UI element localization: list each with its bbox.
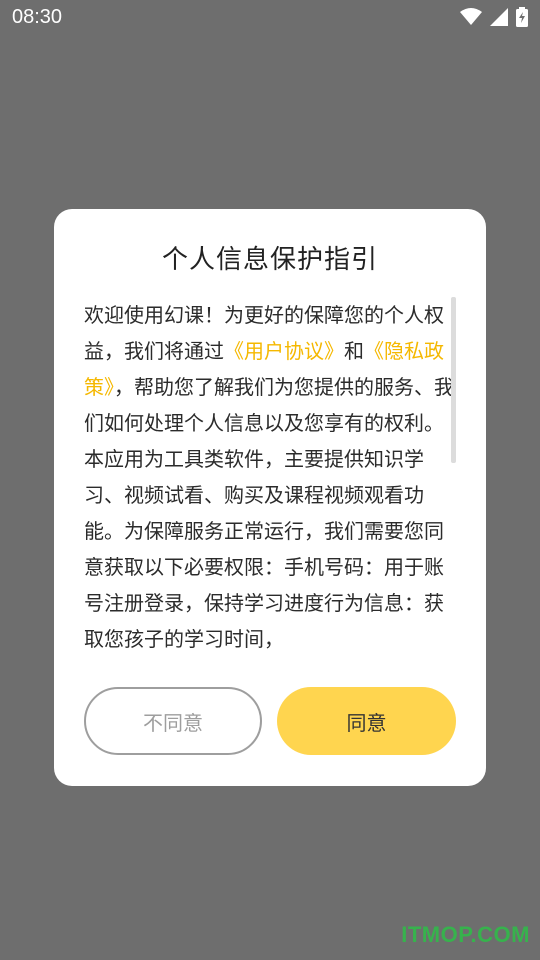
wifi-icon — [460, 8, 482, 26]
dialog-body-scroll[interactable]: 欢迎使用幻课！为更好的保障您的个人权益，我们将通过《用户协议》和《隐私政策》，帮… — [84, 297, 460, 657]
dialog-title: 个人信息保护指引 — [161, 245, 378, 275]
dialog-body-text: 欢迎使用幻课！为更好的保障您的个人权益，我们将通过《用户协议》和《隐私政策》，帮… — [84, 297, 460, 657]
watermark: ITMOP.COM — [401, 922, 530, 947]
battery-charging-icon — [516, 7, 528, 27]
body-text-part2: 和 — [344, 339, 364, 363]
body-text-part3: ，帮助您了解我们为您提供的服务、我们如何处理个人信息以及您享有的权利。本应用为工… — [84, 375, 454, 651]
status-icons — [460, 7, 528, 27]
status-time: 08:30 — [12, 6, 63, 28]
user-agreement-link[interactable]: 《用户协议》 — [224, 339, 344, 363]
privacy-dialog: 个人信息保护指引 欢迎使用幻课！为更好的保障您的个人权益，我们将通过《用户协议》… — [54, 209, 486, 786]
status-bar: 08:30 — [0, 0, 540, 36]
scrollbar[interactable] — [451, 297, 456, 463]
agree-button[interactable]: 同意 — [277, 687, 456, 755]
cell-signal-icon — [490, 8, 508, 26]
decline-button[interactable]: 不同意 — [84, 687, 262, 755]
